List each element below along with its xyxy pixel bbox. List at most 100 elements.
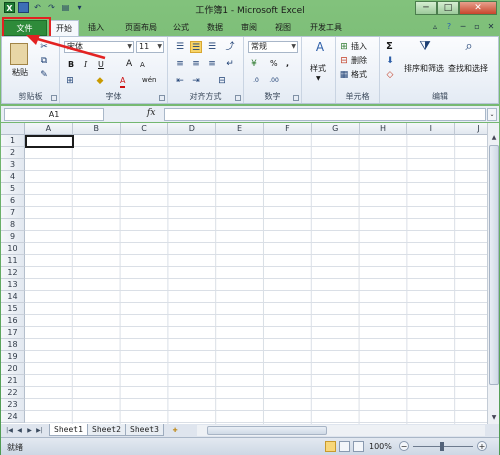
sort-filter-button[interactable]: 排序和筛选: [404, 63, 444, 74]
row-header[interactable]: 3: [1, 159, 25, 171]
align-top-icon[interactable]: ☰: [174, 41, 186, 53]
column-header[interactable]: A: [25, 123, 73, 135]
page-break-view-icon[interactable]: [353, 441, 364, 452]
row-header[interactable]: 9: [1, 231, 25, 243]
row-header[interactable]: 16: [1, 315, 25, 327]
align-right-icon[interactable]: ≡: [206, 58, 218, 70]
horizontal-scroll-thumb[interactable]: [207, 426, 327, 435]
orientation-icon[interactable]: ⤴: [224, 41, 236, 53]
scroll-up-icon[interactable]: ▲: [489, 133, 499, 143]
font-launcher-icon[interactable]: [159, 95, 165, 101]
name-box[interactable]: A1: [4, 108, 104, 121]
decrease-decimal-icon[interactable]: .00: [268, 75, 280, 87]
formula-expand-icon[interactable]: ⌄: [487, 108, 497, 121]
workbook-close-icon[interactable]: ✕: [486, 22, 496, 32]
column-header[interactable]: I: [407, 123, 456, 135]
last-sheet-icon[interactable]: ▶|: [35, 426, 44, 435]
phonetic-button[interactable]: wén: [142, 75, 156, 86]
minimize-button[interactable]: ─: [415, 1, 437, 15]
cell-area[interactable]: [25, 135, 487, 424]
tab-data[interactable]: 数据: [202, 20, 228, 36]
help-icon[interactable]: ?: [444, 22, 454, 32]
grow-font-button[interactable]: A: [126, 59, 132, 70]
sort-filter-icon[interactable]: ⧩: [416, 40, 434, 59]
first-sheet-icon[interactable]: |◀: [5, 426, 14, 435]
row-header[interactable]: 18: [1, 339, 25, 351]
row-header[interactable]: 24: [1, 411, 25, 423]
row-header[interactable]: 20: [1, 363, 25, 375]
delete-cells-icon[interactable]: ⊟: [338, 55, 350, 67]
column-header[interactable]: D: [168, 123, 217, 135]
row-header[interactable]: 22: [1, 387, 25, 399]
align-left-icon[interactable]: ≡: [174, 58, 186, 70]
autosum-button[interactable]: Σ: [386, 41, 393, 52]
vertical-scroll-thumb[interactable]: [489, 145, 499, 385]
row-header[interactable]: 17: [1, 327, 25, 339]
sheet-tab-3[interactable]: Sheet3: [125, 424, 164, 436]
row-header[interactable]: 21: [1, 375, 25, 387]
increase-decimal-icon[interactable]: .0: [250, 75, 262, 87]
row-header[interactable]: 6: [1, 195, 25, 207]
zoom-slider-thumb[interactable]: [440, 442, 444, 451]
horizontal-scrollbar[interactable]: [197, 425, 485, 436]
row-header[interactable]: 10: [1, 243, 25, 255]
decrease-indent-icon[interactable]: ⇤: [174, 75, 186, 87]
format-painter-icon[interactable]: ✎: [38, 69, 50, 81]
scroll-down-icon[interactable]: ▼: [489, 413, 499, 423]
merge-center-icon[interactable]: ⊟: [216, 75, 228, 87]
column-header[interactable]: H: [359, 123, 408, 135]
row-header[interactable]: 2: [1, 147, 25, 159]
column-header[interactable]: E: [216, 123, 264, 135]
align-center-icon[interactable]: ≡: [190, 58, 202, 70]
delete-cells-button[interactable]: 删除: [351, 55, 367, 66]
clipboard-launcher-icon[interactable]: [51, 95, 57, 101]
maximize-button[interactable]: □: [437, 1, 459, 15]
row-header[interactable]: 19: [1, 351, 25, 363]
row-header[interactable]: 11: [1, 255, 25, 267]
column-header[interactable]: B: [72, 123, 121, 135]
row-header[interactable]: 13: [1, 279, 25, 291]
column-header[interactable]: J: [455, 123, 487, 135]
tab-formulas[interactable]: 公式: [168, 20, 194, 36]
row-header[interactable]: 1: [1, 135, 25, 147]
active-cell[interactable]: [25, 135, 74, 148]
insert-function-button[interactable]: fx: [147, 108, 155, 118]
prev-sheet-icon[interactable]: ◀: [15, 426, 24, 435]
insert-cells-icon[interactable]: ⊞: [338, 41, 350, 53]
format-cells-icon[interactable]: ▦: [338, 69, 350, 81]
row-header[interactable]: 15: [1, 303, 25, 315]
select-all-button[interactable]: [1, 123, 25, 135]
comma-button[interactable]: ,: [286, 58, 289, 69]
format-cells-button[interactable]: 格式: [351, 69, 367, 80]
shrink-font-button[interactable]: A: [140, 60, 145, 71]
tab-developer[interactable]: 开发工具: [304, 20, 348, 36]
column-header[interactable]: F: [264, 123, 312, 135]
tab-view[interactable]: 视图: [270, 20, 296, 36]
zoom-in-icon[interactable]: +: [477, 441, 487, 451]
row-header[interactable]: 5: [1, 183, 25, 195]
next-sheet-icon[interactable]: ▶: [25, 426, 34, 435]
column-header[interactable]: C: [120, 123, 169, 135]
borders-icon[interactable]: ⊞: [64, 75, 76, 87]
styles-icon[interactable]: A: [312, 41, 328, 59]
fill-color-icon[interactable]: ◆: [94, 75, 106, 87]
row-header[interactable]: 14: [1, 291, 25, 303]
row-header[interactable]: 23: [1, 399, 25, 411]
row-header[interactable]: 7: [1, 207, 25, 219]
workbook-minimize-icon[interactable]: ─: [458, 22, 468, 32]
insert-sheet-icon[interactable]: ✚: [169, 426, 181, 435]
workbook-restore-icon[interactable]: ▫: [472, 22, 482, 32]
normal-view-icon[interactable]: [325, 441, 336, 452]
tab-page-layout[interactable]: 页面布局: [117, 20, 165, 36]
minimize-ribbon-icon[interactable]: ▵: [430, 22, 440, 32]
number-launcher-icon[interactable]: [293, 95, 299, 101]
align-middle-icon[interactable]: ☰: [190, 41, 202, 53]
find-select-icon[interactable]: ⌕: [460, 40, 478, 59]
find-select-button[interactable]: 查找和选择: [448, 63, 488, 74]
currency-icon[interactable]: ¥: [248, 58, 260, 70]
zoom-out-icon[interactable]: −: [399, 441, 409, 451]
row-header[interactable]: 12: [1, 267, 25, 279]
worksheet-grid[interactable]: ABCDEFGHIJ 1 2 3 4 5 6 7 8 9 10 11 12 13 14 15 16 17 18 19…: [1, 123, 487, 424]
page-layout-view-icon[interactable]: [339, 441, 350, 452]
align-bottom-icon[interactable]: ☰: [206, 41, 218, 53]
